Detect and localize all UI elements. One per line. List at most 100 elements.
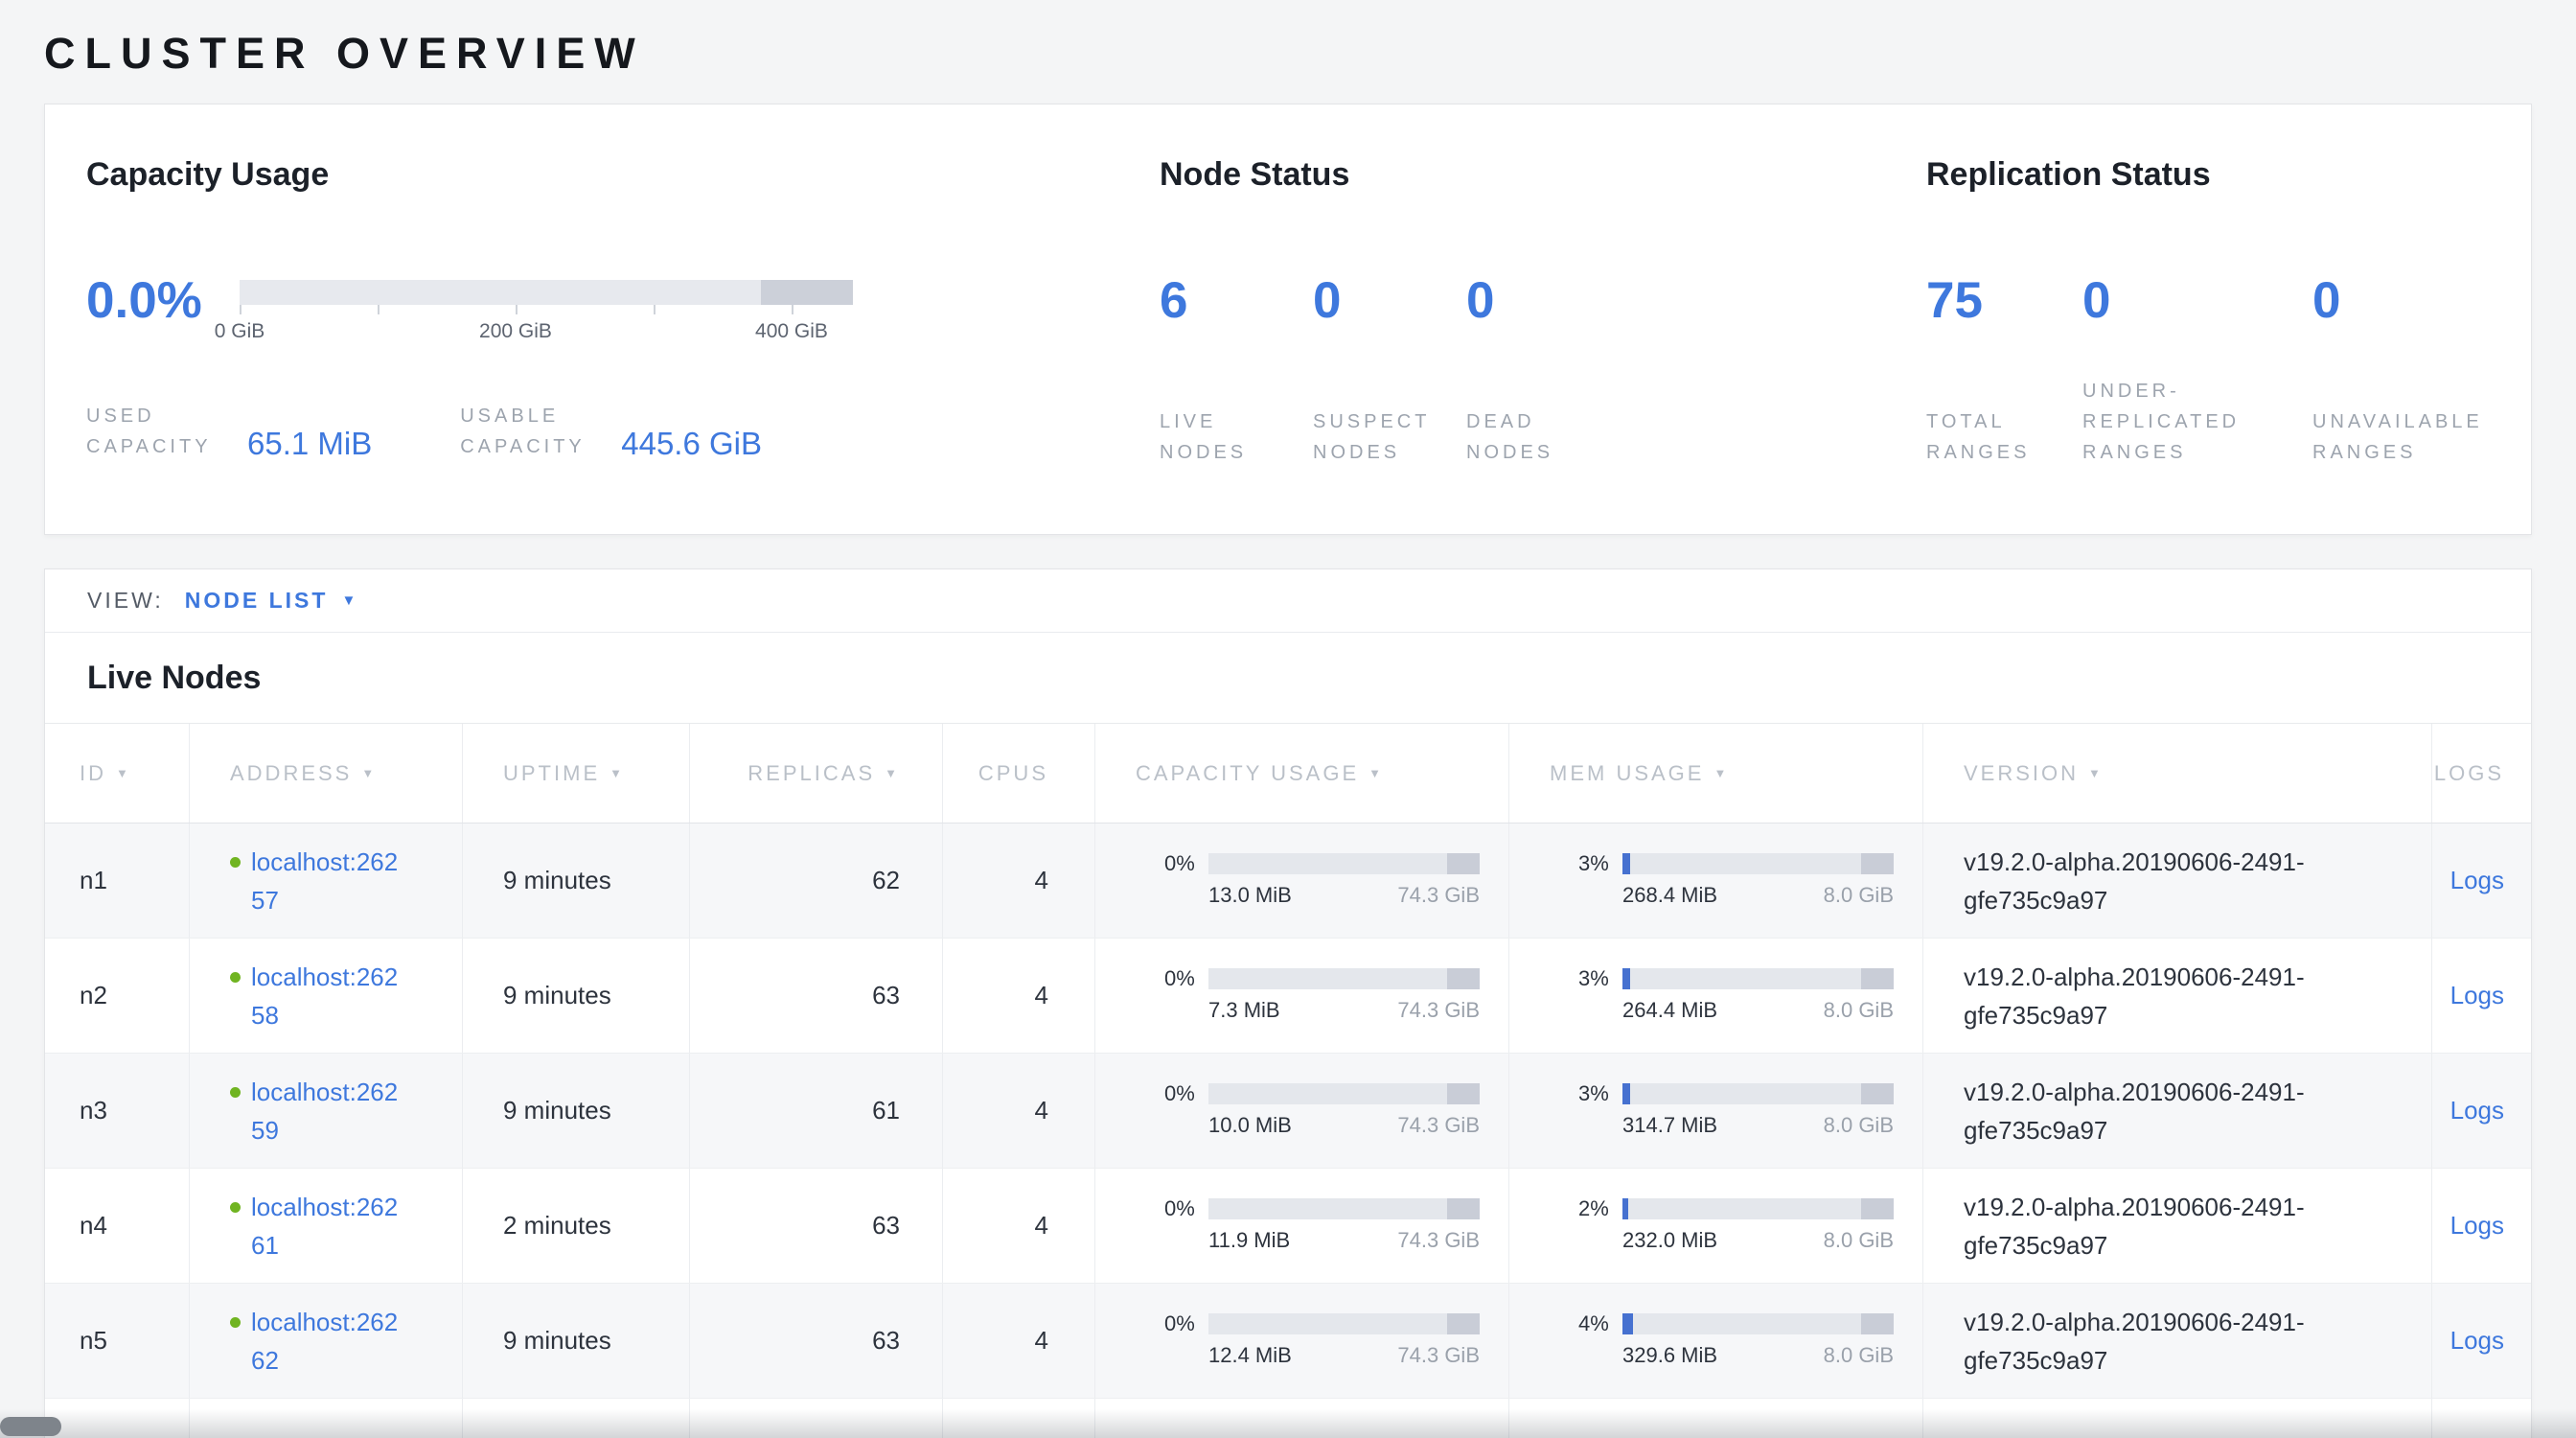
logs-link[interactable]: Logs (2450, 1211, 2504, 1241)
column-header-cpus: CPUS (943, 724, 1095, 823)
column-label: VERSION (1964, 761, 2079, 786)
capacity-usage-cell: 0% 13.0 MiB74.3 GiB (1095, 823, 1509, 938)
used-capacity: USED CAPACITY 65.1 MiB (86, 401, 372, 462)
column-header-uptime[interactable]: UPTIME ▼ (463, 724, 690, 823)
stat-label: UNAVAILABLE RANGES (2312, 406, 2471, 468)
stat-label: UNDER-REPLICATED RANGES (2082, 376, 2241, 468)
node-address-link[interactable]: localhost:26262 (251, 1303, 402, 1380)
stat-label: LIVE NODES (1160, 406, 1313, 468)
capacity-used: 13.0 MiB (1208, 883, 1292, 908)
table-row-partial (45, 1399, 2531, 1438)
view-dropdown[interactable]: NODE LIST ▼ (185, 588, 356, 614)
mem-used: 329.6 MiB (1622, 1343, 1717, 1368)
mem-usage-cell: 2% 232.0 MiB8.0 GiB (1509, 1169, 1923, 1283)
mem-bar-fill (1622, 1198, 1628, 1219)
capacity-bar (1208, 1198, 1480, 1219)
column-label: ID (80, 761, 106, 786)
replication-status-section: Replication Status 75 TOTAL RANGES 0 UND… (1926, 156, 2531, 534)
node-address-cell: localhost:26259 (190, 1054, 463, 1168)
version-value: v19.2.0-alpha.20190606-2491-gfe735c9a97 (1964, 958, 2393, 1034)
version-cell: v19.2.0-alpha.20190606-2491-gfe735c9a97 (1923, 1054, 2432, 1168)
logs-cell: Logs (2432, 1054, 2531, 1168)
cpus-value: 4 (1035, 1326, 1048, 1356)
uptime-cell: 2 minutes (463, 1169, 690, 1283)
capacity-bar (1208, 1313, 1480, 1334)
stat-label: SUSPECT NODES (1313, 406, 1466, 468)
capacity-values-row: USED CAPACITY 65.1 MiB USABLE CAPACITY 4… (86, 401, 1160, 462)
capacity-usage-section: Capacity Usage 0.0% 0 GiB (86, 156, 1160, 534)
capacity-total: 74.3 GiB (1397, 998, 1480, 1023)
logs-cell: Logs (2432, 939, 2531, 1053)
horizontal-scrollbar-thumb[interactable] (0, 1417, 61, 1436)
mem-total: 8.0 GiB (1824, 883, 1894, 908)
uptime-cell: 9 minutes (463, 823, 690, 938)
capacity-total: 74.3 GiB (1397, 1343, 1480, 1368)
column-label: CAPACITY USAGE (1136, 761, 1359, 786)
capacity-usage-title: Capacity Usage (86, 156, 1160, 194)
live-status-icon (230, 857, 241, 868)
stat-value: 0 (2312, 272, 2523, 330)
axis-tick-label: 200 GiB (479, 320, 552, 343)
node-address-link[interactable]: localhost:26259 (251, 1073, 402, 1149)
capacity-used: 10.0 MiB (1208, 1113, 1292, 1138)
capacity-total: 74.3 GiB (1397, 1113, 1480, 1138)
column-header-version[interactable]: VERSION ▼ (1923, 724, 2432, 823)
chevron-down-icon: ▼ (341, 592, 356, 609)
replication-status-title: Replication Status (1926, 156, 2531, 194)
node-address-cell: localhost:26261 (190, 1169, 463, 1283)
cluster-summary-card: Capacity Usage 0.0% 0 GiB (44, 104, 2532, 535)
column-header-mem-usage[interactable]: MEM USAGE ▼ (1509, 724, 1923, 823)
mem-total: 8.0 GiB (1824, 1228, 1894, 1253)
capacity-bar (1208, 1083, 1480, 1104)
logs-link[interactable]: Logs (2450, 866, 2504, 895)
uptime-value: 9 minutes (503, 981, 611, 1010)
sort-desc-icon: ▼ (116, 766, 131, 780)
capacity-percent: 0% (1164, 1083, 1208, 1104)
mem-usage-cell: 3% 314.7 MiB8.0 GiB (1509, 1054, 1923, 1168)
axis-tick (654, 305, 656, 314)
logs-link[interactable]: Logs (2450, 1096, 2504, 1125)
node-address-link[interactable]: localhost:26261 (251, 1188, 402, 1264)
stat-label: DEAD NODES (1466, 406, 1620, 468)
column-header-replicas[interactable]: REPLICAS ▼ (690, 724, 943, 823)
column-label: UPTIME (503, 761, 600, 786)
stat-total-ranges: 75 TOTAL RANGES (1926, 272, 2082, 468)
node-address-link[interactable]: localhost:26258 (251, 958, 402, 1034)
uptime-cell (463, 1399, 690, 1438)
stat-value: 0 (1313, 272, 1466, 330)
logs-link[interactable]: Logs (2450, 1326, 2504, 1356)
capacity-percent: 0% (1164, 1313, 1208, 1334)
column-label: MEM USAGE (1550, 761, 1704, 786)
node-id: n3 (80, 1096, 107, 1125)
stat-suspect-nodes: 0 SUSPECT NODES (1313, 272, 1466, 468)
cpus-cell: 4 (943, 823, 1095, 938)
uptime-value: 9 minutes (503, 866, 611, 895)
stat-label: TOTAL RANGES (1926, 406, 2082, 468)
column-header-logs: LOGS (2432, 724, 2531, 823)
version-cell: v19.2.0-alpha.20190606-2491-gfe735c9a97 (1923, 1169, 2432, 1283)
mem-percent: 4% (1578, 1313, 1622, 1334)
capacity-usage-cell: 0% 7.3 MiB74.3 GiB (1095, 939, 1509, 1053)
column-header-id[interactable]: ID ▼ (45, 724, 190, 823)
capacity-gauge: 0 GiB 200 GiB 400 GiB (240, 272, 853, 349)
node-address-cell (190, 1399, 463, 1438)
live-status-icon (230, 1202, 241, 1213)
column-header-address[interactable]: ADDRESS ▼ (190, 724, 463, 823)
uptime-cell: 9 minutes (463, 1054, 690, 1168)
cpus-value: 4 (1035, 981, 1048, 1010)
capacity-usage-cell: 0% 10.0 MiB 74.3 GiB (1095, 1054, 1509, 1168)
column-header-capacity-usage[interactable]: CAPACITY USAGE ▼ (1095, 724, 1509, 823)
capacity-total: 74.3 GiB (1397, 883, 1480, 908)
table-row: n3 localhost:26259 9 minutes 61 4 0% 10.… (45, 1054, 2531, 1169)
column-label: ADDRESS (230, 761, 352, 786)
mem-total: 8.0 GiB (1824, 1113, 1894, 1138)
logs-link[interactable]: Logs (2450, 981, 2504, 1010)
usable-capacity-value: 445.6 GiB (621, 426, 762, 462)
cpus-cell: 4 (943, 1169, 1095, 1283)
node-address-cell: localhost:26257 (190, 823, 463, 938)
stat-unavailable-ranges: 0 UNAVAILABLE RANGES (2312, 272, 2523, 468)
node-address-link[interactable]: localhost:26257 (251, 843, 402, 919)
capacity-used: 12.4 MiB (1208, 1343, 1292, 1368)
stat-value: 0 (2082, 272, 2312, 330)
axis-tick (378, 305, 380, 314)
